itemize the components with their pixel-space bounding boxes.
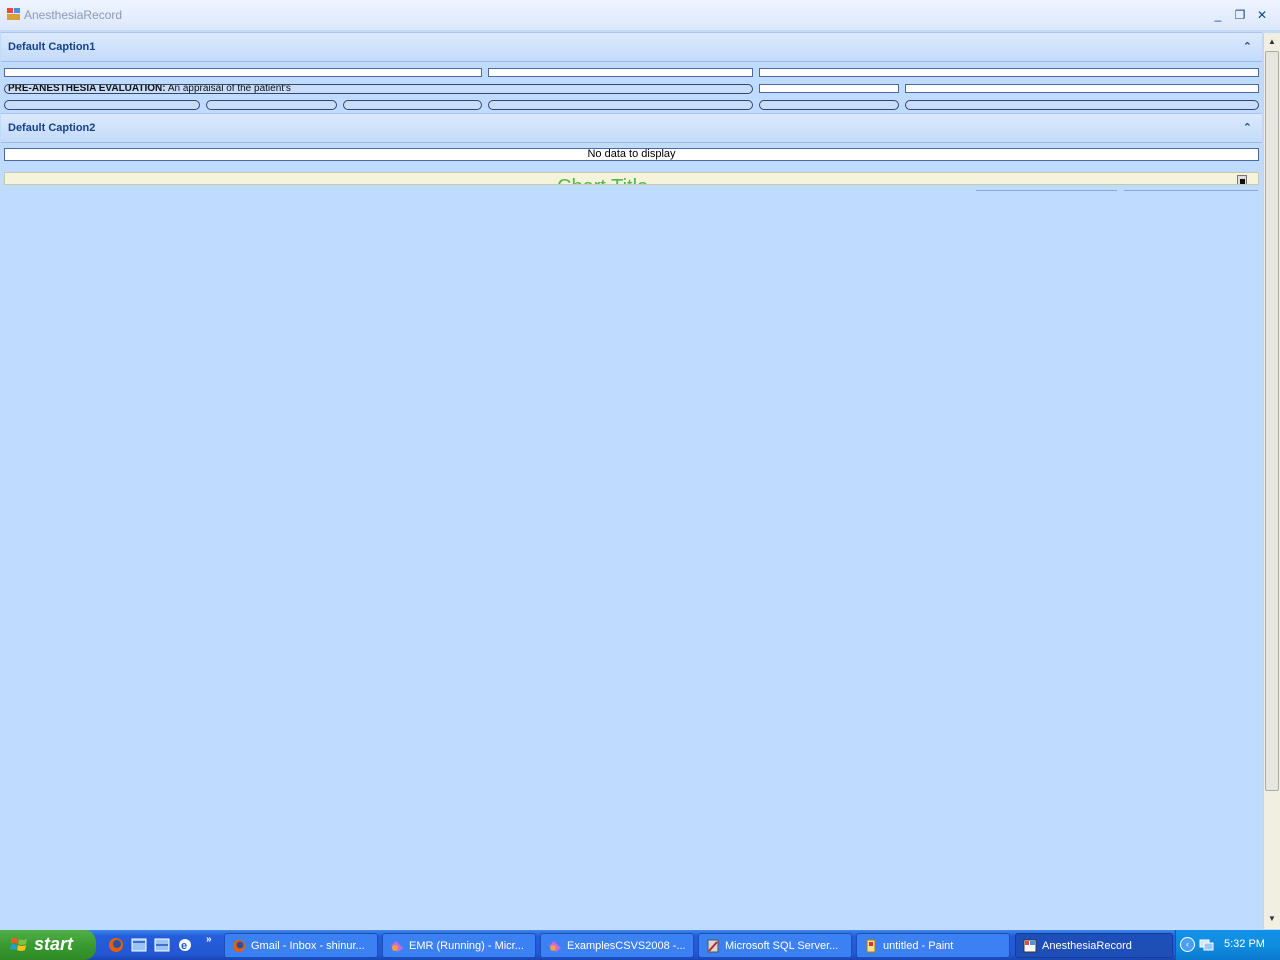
app-window-icon xyxy=(1023,939,1037,953)
taskbar-item-emr[interactable]: EMR (Running) - Micr... xyxy=(382,933,536,958)
data-grid-empty[interactable]: No data to display xyxy=(4,148,1259,161)
taskbar-item-anesthesia-record[interactable]: AnesthesiaRecord xyxy=(1015,933,1173,958)
form-client-area: Default Caption1 ⌃ PRE-ANESTHESIA EVALUA… xyxy=(1,31,1262,929)
taskbar-item-paint[interactable]: untitled - Paint xyxy=(856,933,1010,958)
panel1-field-5[interactable] xyxy=(905,84,1259,93)
chart-divider-right xyxy=(1124,190,1258,191)
panel1-pill-field-6[interactable] xyxy=(905,100,1259,110)
taskbar-item-gmail[interactable]: Gmail - Inbox - shinur... xyxy=(224,933,378,958)
panel1-pill-field-3[interactable] xyxy=(343,100,482,110)
panel2-caption: Default Caption2 xyxy=(8,122,96,134)
window-title-bar[interactable]: AnesthesiaRecord _ ❐ ✕ xyxy=(0,0,1280,31)
chart-area[interactable]: Chart Title xyxy=(4,172,1259,185)
network-icon[interactable] xyxy=(1199,939,1214,951)
vertical-scrollbar[interactable]: ▲ ▼ xyxy=(1263,33,1280,929)
panel1-collapse-icon[interactable]: ⌃ xyxy=(1243,40,1252,53)
panel1-field-1[interactable] xyxy=(4,68,482,77)
chart-title: Chart Title xyxy=(557,176,648,184)
visual-studio-icon xyxy=(549,941,561,952)
pre-anesthesia-evaluation-label: PRE-ANESTHESIA EVALUATION: An appraisal … xyxy=(8,84,291,94)
windows-flag-icon xyxy=(10,938,27,951)
taskbar: start e » Gmail - Inbox - shinur... EMR … xyxy=(0,930,1280,960)
paint-icon xyxy=(866,939,876,953)
firefox-icon xyxy=(233,940,245,952)
panel2-caption-bar[interactable]: Default Caption2 ⌃ xyxy=(1,113,1262,143)
app-window-icon xyxy=(7,8,20,20)
panel1-caption: Default Caption1 xyxy=(8,41,96,53)
svg-text:e: e xyxy=(181,940,187,952)
system-tray: ‹ 5:32 PM xyxy=(1175,930,1280,960)
panel1-pill-field-5[interactable] xyxy=(759,100,899,110)
scroll-down-icon[interactable]: ▼ xyxy=(1264,911,1280,927)
chart-divider-left xyxy=(976,190,1117,191)
panel1-field-4[interactable] xyxy=(759,84,899,93)
panel1-field-3[interactable] xyxy=(759,68,1259,77)
panel2-collapse-icon[interactable]: ⌃ xyxy=(1243,121,1252,134)
window-title: AnesthesiaRecord xyxy=(24,8,123,22)
panel1-pill-field-1[interactable] xyxy=(4,100,200,110)
scroll-thumb[interactable] xyxy=(1265,51,1279,791)
minimize-button[interactable]: _ xyxy=(1209,6,1227,24)
firefox-quicklaunch-icon[interactable] xyxy=(108,937,124,953)
show-desktop-icon[interactable] xyxy=(131,937,147,953)
visual-studio-icon xyxy=(391,941,403,952)
chart-resize-handle-icon[interactable] xyxy=(1237,175,1247,184)
pre-anesthesia-evaluation-field[interactable]: PRE-ANESTHESIA EVALUATION: An appraisal … xyxy=(4,84,753,94)
show-hidden-icons-icon[interactable]: ‹ xyxy=(1180,937,1195,952)
start-label: start xyxy=(34,934,74,954)
panel1-caption-bar[interactable]: Default Caption1 ⌃ xyxy=(1,32,1262,62)
quicklaunch-overflow-icon[interactable]: » xyxy=(206,934,212,945)
taskbar-item-examples[interactable]: ExamplesCSVS2008 -... xyxy=(540,933,694,958)
panel1-pill-field-2[interactable] xyxy=(206,100,337,110)
panel1-pill-field-4[interactable] xyxy=(488,100,753,110)
start-button[interactable]: start xyxy=(0,930,96,960)
clock[interactable]: 5:32 PM xyxy=(1224,938,1265,950)
panel1-field-2[interactable] xyxy=(488,68,753,77)
sql-server-icon xyxy=(707,939,719,953)
internet-explorer-icon[interactable]: e xyxy=(177,937,193,953)
restore-button[interactable]: ❐ xyxy=(1231,6,1249,24)
window-switcher-icon[interactable] xyxy=(154,937,170,953)
close-button[interactable]: ✕ xyxy=(1253,6,1271,24)
taskbar-item-sql-server[interactable]: Microsoft SQL Server... xyxy=(698,933,852,958)
scroll-up-icon[interactable]: ▲ xyxy=(1264,34,1280,50)
